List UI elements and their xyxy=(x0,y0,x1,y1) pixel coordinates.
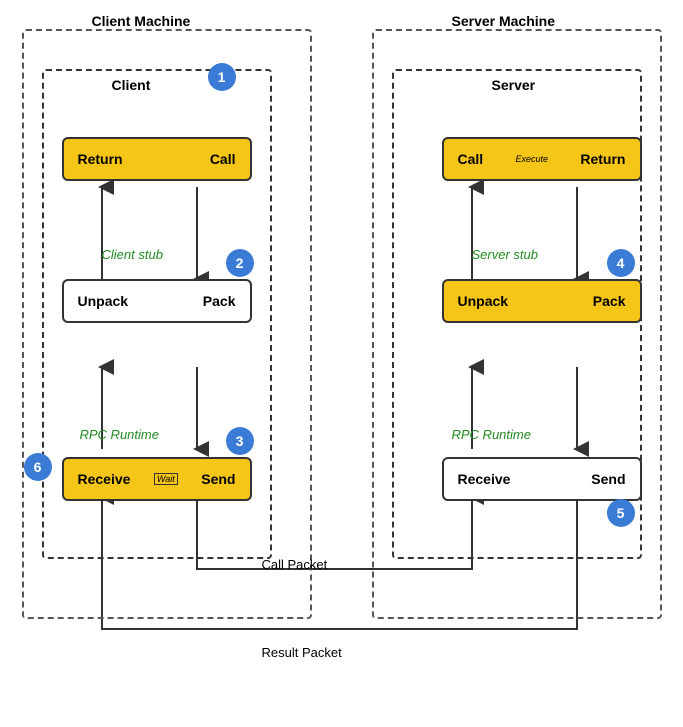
client-rpc-box: Receive Wait Send xyxy=(62,457,252,501)
num-circle-4: 4 xyxy=(607,249,635,277)
server-stub-unpack-label: Unpack xyxy=(458,293,509,309)
client-stub-unpack-label: Unpack xyxy=(78,293,129,309)
server-comp-box: Call Execute Return xyxy=(442,137,642,181)
num-circle-1: 1 xyxy=(208,63,236,91)
server-rpc-receive-label: Receive xyxy=(458,471,511,487)
client-return-label: Return xyxy=(78,151,123,167)
server-stub-pack-label: Pack xyxy=(593,293,626,309)
rpc-runtime-client-label: RPC Runtime xyxy=(80,427,159,442)
client-rpc-wait-label: Wait xyxy=(154,473,178,485)
server-rpc-box: Receive Send xyxy=(442,457,642,501)
server-rpc-send-label: Send xyxy=(591,471,625,487)
server-stub-label: Server stub xyxy=(472,247,538,262)
num-circle-5: 5 xyxy=(607,499,635,527)
client-stub-label: Client stub xyxy=(102,247,163,262)
server-machine-label: Server Machine xyxy=(452,13,556,29)
server-stub-box: Unpack Pack xyxy=(442,279,642,323)
num-circle-2: 2 xyxy=(226,249,254,277)
rpc-runtime-server-label: RPC Runtime xyxy=(452,427,531,442)
result-packet-label: Result Packet xyxy=(262,645,342,660)
client-rpc-send-label: Send xyxy=(201,471,235,487)
server-call-label: Call xyxy=(458,151,484,167)
client-stub-box: Unpack Pack xyxy=(62,279,252,323)
server-return-label: Return xyxy=(580,151,625,167)
client-stub-pack-label: Pack xyxy=(203,293,236,309)
server-execute-label: Execute xyxy=(516,154,549,164)
client-call-label: Call xyxy=(210,151,236,167)
num-circle-6: 6 xyxy=(24,453,52,481)
client-machine-label: Client Machine xyxy=(92,13,191,29)
num-circle-3: 3 xyxy=(226,427,254,455)
call-packet-label: Call Packet xyxy=(262,557,328,572)
client-rpc-receive-label: Receive xyxy=(78,471,131,487)
client-comp-box: Return Call xyxy=(62,137,252,181)
